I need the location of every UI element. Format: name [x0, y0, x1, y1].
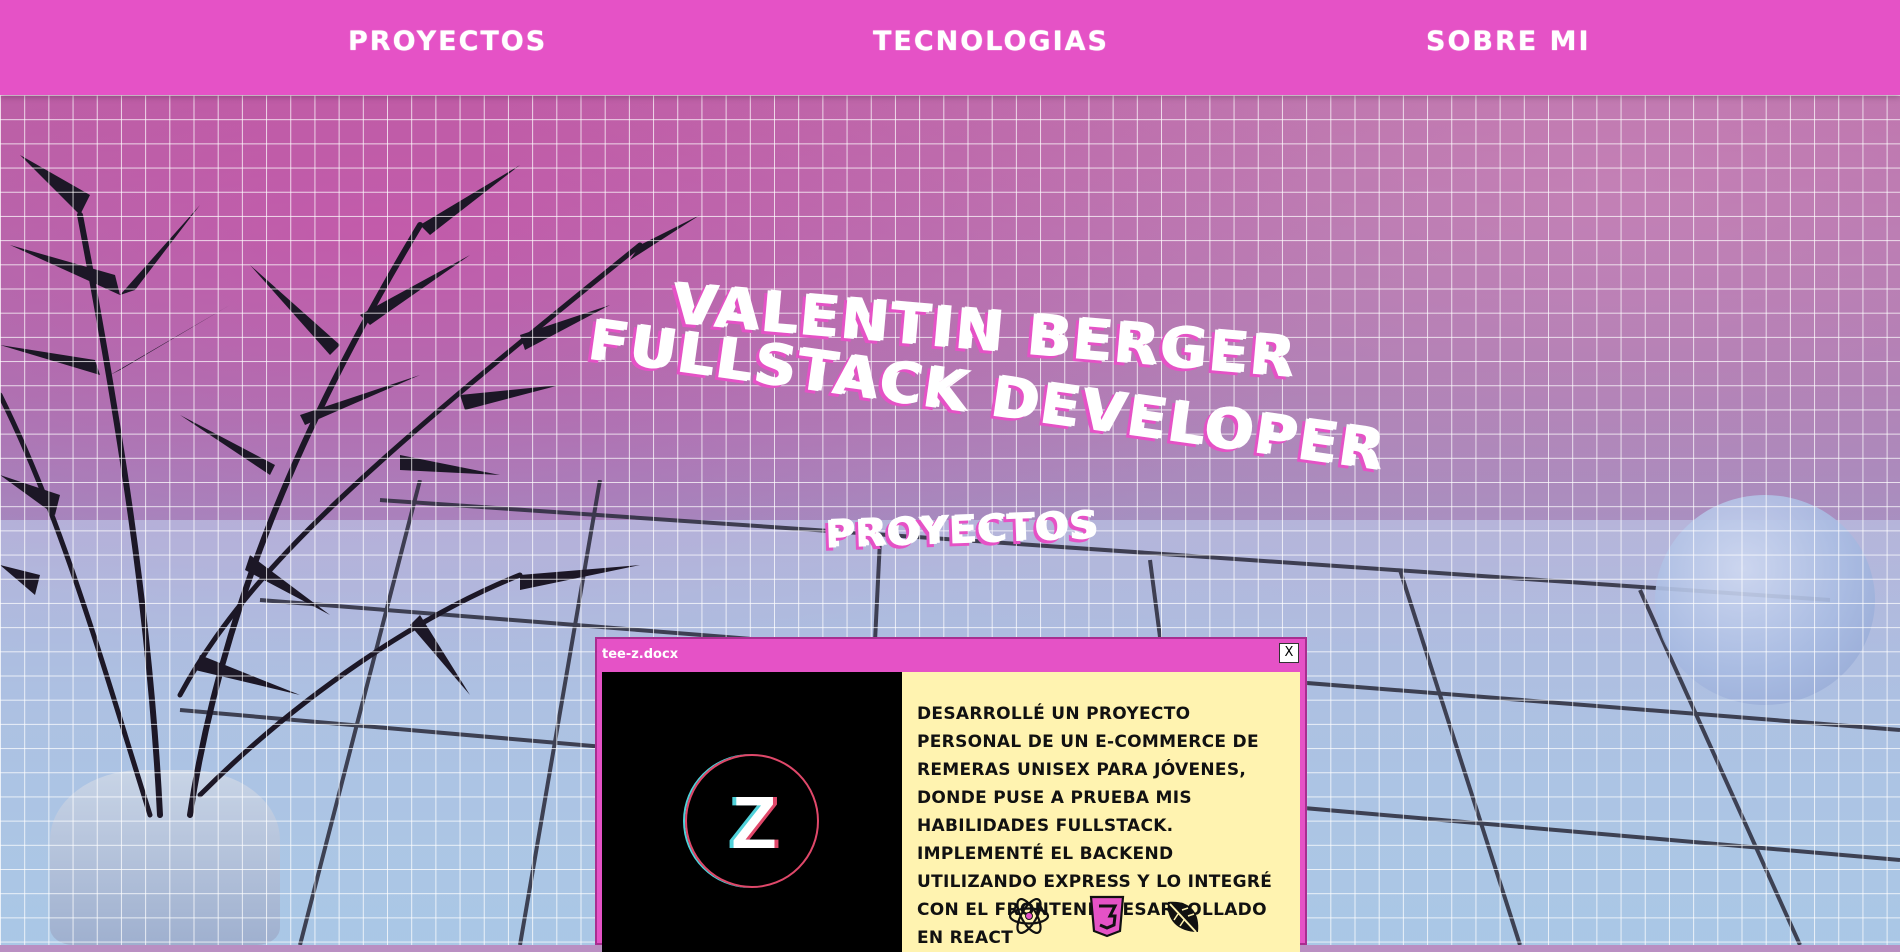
- window-title: tee-z.docx: [602, 647, 679, 662]
- project-window: tee-z.docx X Z Desarrollé un proyecto pe…: [595, 637, 1307, 952]
- window-close-button[interactable]: X: [1279, 643, 1299, 663]
- project-image[interactable]: Z: [602, 672, 902, 952]
- react-icon: [1008, 898, 1050, 934]
- leaf-icon: [1167, 901, 1199, 933]
- window-body: Z Desarrollé un proyecto personal de un …: [602, 672, 1300, 952]
- css3-icon: [1089, 895, 1125, 938]
- projects-section-title: PROYECTOS: [824, 503, 1099, 557]
- logo-letter: Z: [731, 781, 777, 864]
- tee-z-logo: Z: [685, 754, 819, 888]
